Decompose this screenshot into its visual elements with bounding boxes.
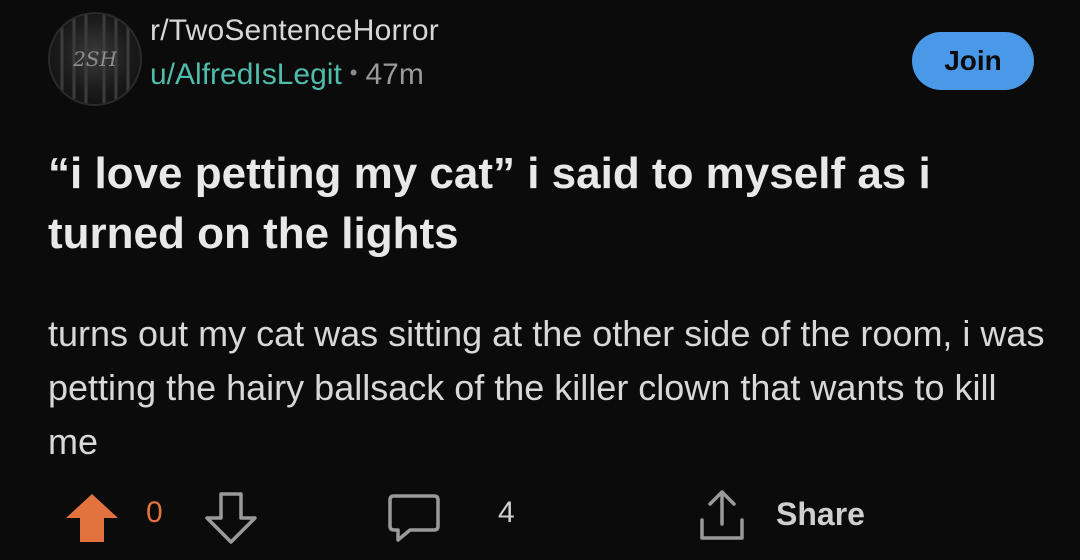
upvote-button[interactable] <box>62 490 122 546</box>
author-username[interactable]: u/AlfredIsLegit <box>150 58 342 91</box>
join-button[interactable]: Join <box>912 32 1034 90</box>
comments-button[interactable] <box>386 490 442 546</box>
action-bar: 0 4 Share <box>48 482 1048 552</box>
comment-count: 4 <box>498 496 515 529</box>
post-body: turns out my cat was sitting at the othe… <box>48 313 1045 462</box>
avatar-image: 2SH <box>60 14 130 104</box>
share-icon <box>700 490 744 540</box>
share-label[interactable]: Share <box>776 496 865 533</box>
avatar-text: 2SH <box>72 47 117 71</box>
arrow-up-icon <box>66 494 118 542</box>
share-button[interactable] <box>694 486 750 546</box>
subreddit-avatar[interactable]: 2SH <box>48 12 142 106</box>
speech-bubble-icon <box>388 494 440 542</box>
subreddit-name[interactable]: r/TwoSentenceHorror <box>150 14 439 48</box>
post-age: 47m <box>365 58 424 91</box>
vote-score: 0 <box>146 496 163 529</box>
post-meta: u/AlfredIsLegit • 47m <box>150 58 424 92</box>
arrow-down-icon <box>205 492 257 544</box>
post-header: 2SH r/TwoSentenceHorror u/AlfredIsLegit •… <box>48 8 1038 108</box>
downvote-button[interactable] <box>201 490 261 546</box>
post-title: “i love petting my cat” i said to myself… <box>48 149 931 258</box>
meta-separator: • <box>349 60 358 85</box>
